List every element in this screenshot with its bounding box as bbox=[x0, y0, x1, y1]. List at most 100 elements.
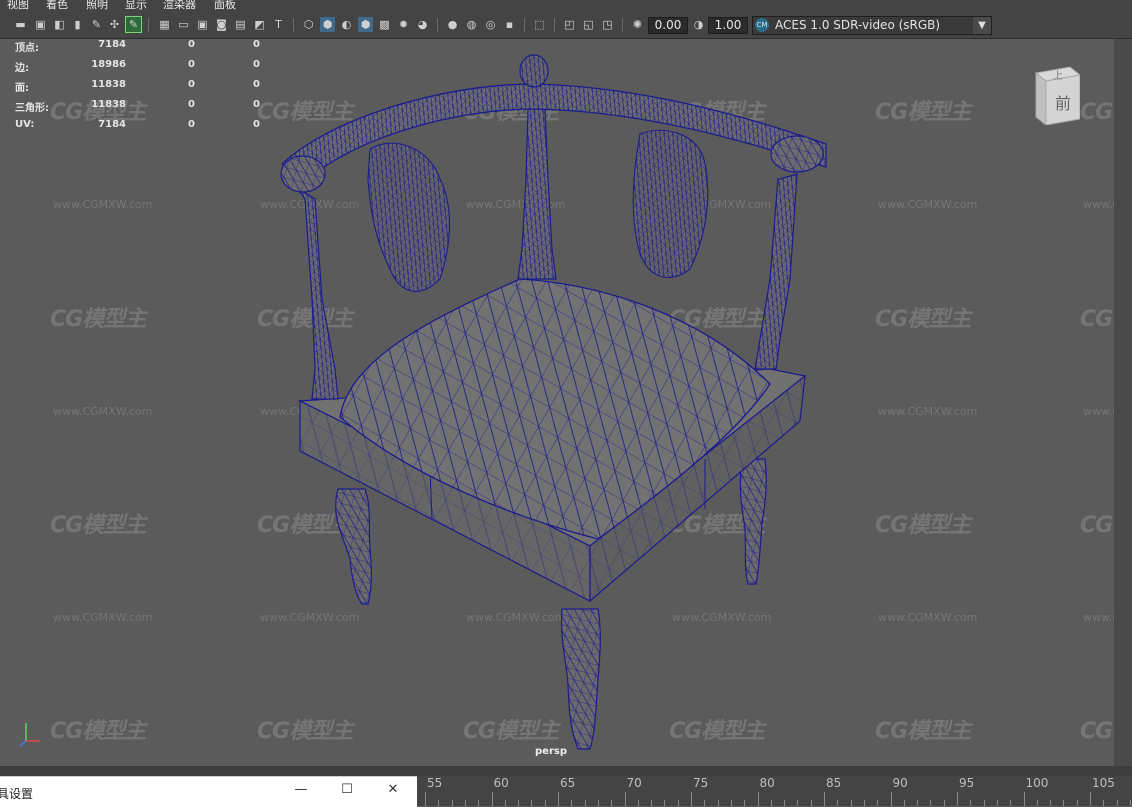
hud-value-triangles: 0 bbox=[253, 79, 260, 90]
timeline-minor-tick bbox=[478, 800, 480, 806]
camera-attr-icon[interactable]: ▣ bbox=[33, 17, 48, 32]
hud-label: 边: bbox=[15, 63, 29, 74]
move-icon[interactable]: ✣ bbox=[107, 17, 122, 32]
timeline-minor-tick bbox=[903, 800, 905, 806]
timeline-minor-tick bbox=[597, 800, 599, 806]
timeline-frame-label: 80 bbox=[759, 776, 775, 790]
resolution-gate-icon[interactable]: ▣ bbox=[195, 17, 210, 32]
timeline-major-tick bbox=[1023, 792, 1025, 806]
viewcube-front-label[interactable]: 前 bbox=[1055, 94, 1071, 113]
xray-joints-icon[interactable]: ◱ bbox=[581, 17, 596, 32]
hud-value-total: 18986 bbox=[91, 59, 126, 70]
film-gate-icon[interactable]: ▭ bbox=[176, 17, 191, 32]
shadows-icon[interactable]: ◕ bbox=[415, 17, 430, 32]
viewport-3d[interactable]: CG模型主www.CGMXW.comCG模型主www.CGMXW.comCG模型… bbox=[0, 39, 1132, 766]
hud-value-selected: 0 bbox=[188, 39, 195, 50]
maximize-button[interactable]: ☐ bbox=[338, 782, 356, 797]
timeline-frame-label: 105 bbox=[1092, 776, 1115, 790]
timeline-minor-tick bbox=[744, 800, 746, 806]
timeline-minor-tick bbox=[518, 800, 520, 806]
timeline-minor-tick bbox=[531, 800, 533, 806]
timeline-minor-tick bbox=[664, 800, 666, 806]
gamma-field[interactable]: 1.00 bbox=[708, 17, 748, 34]
minimize-button[interactable]: — bbox=[292, 782, 310, 797]
timeline-major-tick bbox=[624, 792, 626, 806]
safe-title-icon[interactable]: T bbox=[271, 17, 286, 32]
timeline-minor-tick bbox=[797, 800, 799, 806]
menu-show[interactable]: 显示 bbox=[125, 0, 147, 12]
menu-shading[interactable]: 着色 bbox=[46, 0, 68, 12]
tool-settings-window[interactable]: 具设置 — ☐ ✕ bbox=[0, 776, 417, 807]
color-space-dropdown[interactable]: CM ACES 1.0 SDR-video (sRGB) ▼ bbox=[752, 16, 992, 35]
timeline-minor-tick bbox=[651, 800, 653, 806]
menu-lighting[interactable]: 照明 bbox=[86, 0, 108, 12]
timeline-minor-tick bbox=[451, 800, 453, 806]
color-management-icon[interactable]: CM bbox=[755, 18, 769, 32]
exposure-field[interactable]: 0.00 bbox=[648, 17, 688, 34]
gate-mask-icon[interactable]: ◙ bbox=[214, 17, 229, 32]
smooth-shade-icon[interactable]: ⬢ bbox=[320, 17, 335, 32]
wireframe-on-shaded-icon[interactable]: ⬢ bbox=[358, 17, 373, 32]
field-chart-icon[interactable]: ▤ bbox=[233, 17, 248, 32]
timeline-minor-tick bbox=[571, 800, 573, 806]
pen-icon[interactable]: ✎ bbox=[89, 17, 104, 32]
viewcube-top-label[interactable]: 上 bbox=[1053, 70, 1063, 82]
anti-aliasing-icon[interactable]: ◎ bbox=[483, 17, 498, 32]
view-cube[interactable]: 上 前 bbox=[1032, 65, 1080, 125]
timeline-minor-tick bbox=[584, 800, 586, 806]
pencil-icon[interactable]: ✎ bbox=[125, 16, 142, 33]
motion-blur-icon[interactable]: ◍ bbox=[464, 17, 479, 32]
hud-value-triangles: 0 bbox=[253, 59, 260, 70]
safe-action-icon[interactable]: ◩ bbox=[252, 17, 267, 32]
separator bbox=[554, 18, 555, 32]
timeline-minor-tick bbox=[677, 800, 679, 806]
lights-icon[interactable]: ✹ bbox=[396, 17, 411, 32]
timeline-minor-tick bbox=[770, 800, 772, 806]
timeline-minor-tick bbox=[611, 800, 613, 806]
wireframe-icon[interactable]: ⬡ bbox=[301, 17, 316, 32]
exposure-icon[interactable]: ✺ bbox=[630, 17, 645, 32]
time-slider[interactable]: 55 60 65 70 75 80 85 90 95 100 105 bbox=[417, 776, 1132, 806]
timeline-minor-tick bbox=[1129, 800, 1131, 806]
timeline-minor-tick bbox=[704, 800, 706, 806]
menu-panels[interactable]: 面板 bbox=[214, 0, 236, 12]
menu-renderer[interactable]: 渲染器 bbox=[163, 0, 196, 12]
hud-value-selected: 0 bbox=[188, 79, 195, 90]
depth-of-field-icon[interactable]: ▪ bbox=[502, 17, 517, 32]
hud-value-triangles: 0 bbox=[253, 39, 260, 50]
hud-label: 三角形: bbox=[15, 103, 49, 114]
gamma-icon[interactable]: ◑ bbox=[691, 17, 706, 32]
grid-icon[interactable]: ▦ bbox=[157, 17, 172, 32]
timeline-minor-tick bbox=[837, 800, 839, 806]
hud-value-total: 11838 bbox=[91, 79, 126, 90]
close-button[interactable]: ✕ bbox=[384, 782, 402, 797]
timeline-minor-tick bbox=[1063, 800, 1065, 806]
textured-icon[interactable]: ▩ bbox=[377, 17, 392, 32]
hud-value-triangles: 0 bbox=[253, 119, 260, 130]
hud-value-selected: 0 bbox=[188, 99, 195, 110]
isolate-select-icon[interactable]: ⬚ bbox=[532, 17, 547, 32]
image-plane-icon[interactable]: ◧ bbox=[52, 17, 67, 32]
timeline-minor-tick bbox=[863, 800, 865, 806]
chair-model-wireframe[interactable] bbox=[0, 39, 1114, 766]
menu-view[interactable]: 视图 bbox=[7, 0, 29, 12]
timeline-major-tick bbox=[757, 792, 759, 806]
timeline-minor-tick bbox=[996, 800, 998, 806]
xray-components-icon[interactable]: ◳ bbox=[600, 17, 615, 32]
ambient-occlusion-icon[interactable]: ● bbox=[445, 17, 460, 32]
timeline-minor-tick bbox=[464, 800, 466, 806]
timeline-minor-tick bbox=[983, 800, 985, 806]
separator bbox=[437, 18, 438, 32]
timeline-major-tick bbox=[824, 792, 825, 806]
window-title: 具设置 bbox=[0, 787, 34, 801]
hud-label: 面: bbox=[15, 83, 29, 94]
default-material-icon[interactable]: ◐ bbox=[339, 17, 354, 32]
xray-icon[interactable]: ◰ bbox=[562, 17, 577, 32]
separator bbox=[148, 18, 149, 32]
timeline-frame-label: 65 bbox=[560, 776, 576, 790]
timeline-minor-tick bbox=[877, 800, 879, 806]
separator bbox=[524, 18, 525, 32]
chevron-down-icon[interactable]: ▼ bbox=[973, 17, 991, 34]
bookmark-icon[interactable]: ▮ bbox=[70, 17, 85, 32]
camera-icon[interactable]: ▬ bbox=[13, 17, 28, 32]
